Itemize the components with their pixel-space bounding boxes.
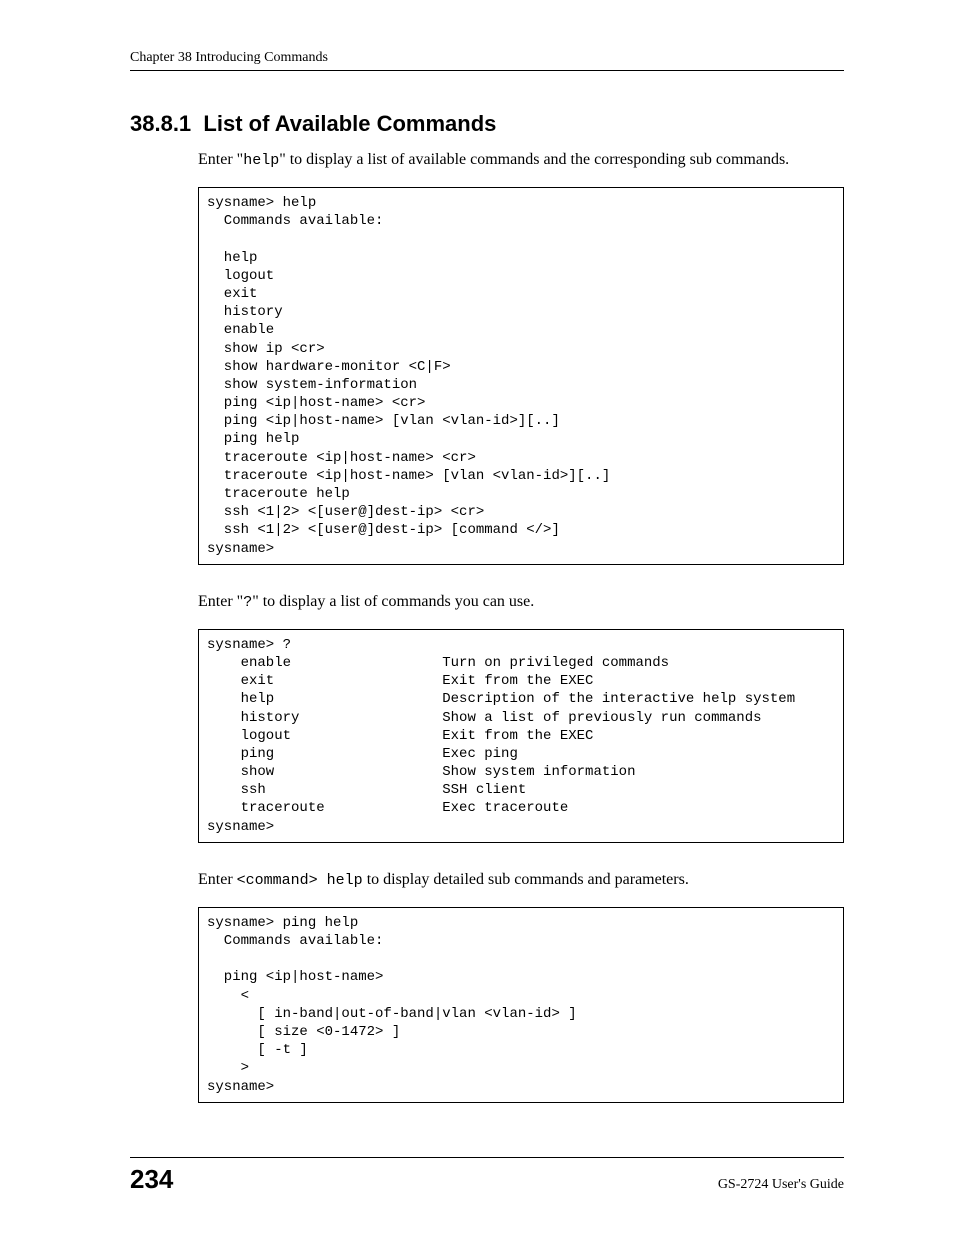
page-header: Chapter 38 Introducing Commands xyxy=(130,50,844,71)
para2-b: " to display a list of commands you can … xyxy=(252,593,534,610)
page-footer: 234 GS-2724 User's Guide xyxy=(130,1157,844,1195)
para3-mono: <command> help xyxy=(237,872,363,889)
para2-a: Enter " xyxy=(198,593,243,610)
code-block-3: sysname> ping help Commands available: p… xyxy=(198,907,844,1103)
intro-paragraph-2: Enter "?" to display a list of commands … xyxy=(130,593,844,611)
para3-a: Enter xyxy=(198,871,237,888)
section-heading: 38.8.1 List of Available Commands xyxy=(130,111,844,137)
para2-mono: ? xyxy=(243,594,252,611)
section-title: List of Available Commands xyxy=(203,111,496,136)
code-block-1: sysname> help Commands available: help l… xyxy=(198,187,844,565)
para3-b: to display detailed sub commands and par… xyxy=(363,871,689,888)
code-block-2: sysname> ? enable Turn on privileged com… xyxy=(198,629,844,843)
para1-b: " to display a list of available command… xyxy=(279,151,789,168)
intro-paragraph-1: Enter "help" to display a list of availa… xyxy=(130,151,844,169)
para1-a: Enter " xyxy=(198,151,243,168)
guide-name: GS-2724 User's Guide xyxy=(718,1177,844,1193)
code-block-2-wrap: sysname> ? enable Turn on privileged com… xyxy=(130,629,844,843)
page-number: 234 xyxy=(130,1164,173,1195)
intro-paragraph-3: Enter <command> help to display detailed… xyxy=(130,871,844,889)
page: Chapter 38 Introducing Commands 38.8.1 L… xyxy=(0,0,954,1235)
para1-mono: help xyxy=(243,152,279,169)
section-number: 38.8.1 xyxy=(130,111,191,136)
code-block-1-wrap: sysname> help Commands available: help l… xyxy=(130,187,844,565)
code-block-3-wrap: sysname> ping help Commands available: p… xyxy=(130,907,844,1103)
